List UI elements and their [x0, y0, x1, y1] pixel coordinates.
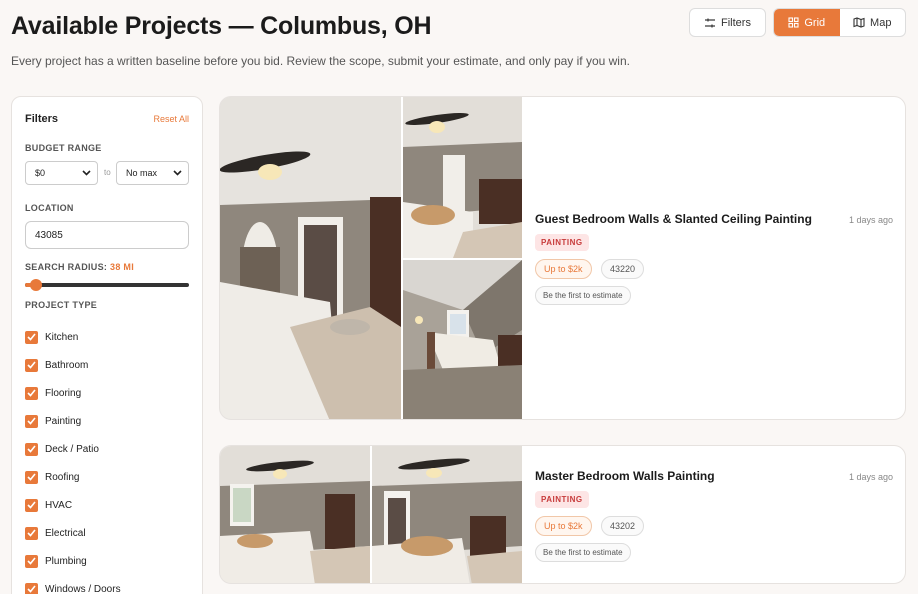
grid-view-label: Grid [804, 16, 826, 29]
type-checkbox-row[interactable]: Electrical [25, 519, 121, 547]
type-checkbox-row[interactable]: Deck / Patio [25, 435, 121, 463]
checkbox-checked-icon[interactable] [25, 414, 38, 428]
type-label: Kitchen [45, 331, 79, 343]
search-radius-value: 38 MI [110, 262, 135, 272]
category-badge: PAINTING [535, 234, 589, 251]
estimate-status-badge: Be the first to estimate [535, 543, 631, 562]
project-type-label: PROJECT TYPE [25, 300, 98, 310]
budget-min-select[interactable]: $0 [25, 161, 98, 185]
type-label: Electrical [45, 527, 86, 539]
type-checkbox-row[interactable]: Windows / Doors [25, 575, 121, 594]
project-posted-time: 1 days ago [848, 215, 893, 225]
type-checkbox-row[interactable]: Flooring [25, 379, 121, 407]
project-type-list: Kitchen Bathroom Flooring Painting Deck … [25, 323, 121, 594]
search-radius-label: SEARCH RADIUS: 38 MI [25, 262, 134, 272]
page-subtitle: Every project has a written baseline bef… [11, 54, 630, 68]
location-label: LOCATION [25, 203, 74, 213]
project-title[interactable]: Master Bedroom Walls Painting [535, 469, 715, 483]
checkbox-checked-icon[interactable] [25, 470, 38, 484]
project-card[interactable]: Guest Bedroom Walls & Slanted Ceiling Pa… [219, 96, 906, 420]
location-input[interactable] [25, 221, 189, 249]
project-photo[interactable] [372, 446, 522, 583]
budget-to-label: to [104, 168, 111, 177]
search-radius-slider[interactable] [25, 279, 189, 291]
category-badge: PAINTING [535, 491, 589, 508]
project-title[interactable]: Guest Bedroom Walls & Slanted Ceiling Pa… [535, 212, 812, 226]
project-photo[interactable] [220, 446, 370, 583]
project-photo[interactable] [403, 260, 522, 419]
sliders-icon [704, 17, 716, 29]
checkbox-checked-icon[interactable] [25, 526, 38, 540]
sidebar-header: Filters Reset All [25, 113, 189, 125]
estimate-status-badge: Be the first to estimate [535, 286, 631, 305]
search-radius-text: SEARCH RADIUS: [25, 262, 108, 272]
budget-badge: Up to $2k [535, 259, 592, 279]
checkbox-checked-icon[interactable] [25, 330, 38, 344]
type-checkbox-row[interactable]: Kitchen [25, 323, 121, 351]
checkbox-checked-icon[interactable] [25, 582, 38, 594]
type-label: Plumbing [45, 555, 87, 567]
type-label: Flooring [45, 387, 82, 399]
filters-button[interactable]: Filters [689, 8, 766, 37]
checkbox-checked-icon[interactable] [25, 554, 38, 568]
budget-min-value: $0 [35, 168, 46, 178]
view-toggle: Grid Map [773, 8, 906, 37]
type-label: Bathroom [45, 359, 89, 371]
checkbox-checked-icon[interactable] [25, 498, 38, 512]
budget-max-value: No max [126, 168, 158, 178]
budget-range-label: BUDGET RANGE [25, 143, 102, 153]
type-label: Windows / Doors [45, 583, 121, 594]
checkbox-checked-icon[interactable] [25, 358, 38, 372]
type-label: Painting [45, 415, 82, 427]
grid-icon [788, 17, 799, 28]
checkbox-checked-icon[interactable] [25, 442, 38, 456]
type-label: Deck / Patio [45, 443, 99, 455]
budget-badge: Up to $2k [535, 516, 592, 536]
map-view-label: Map [870, 16, 892, 29]
type-checkbox-row[interactable]: Roofing [25, 463, 121, 491]
grid-view-button[interactable]: Grid [774, 9, 840, 36]
project-posted-time: 1 days ago [848, 472, 893, 482]
slider-thumb[interactable] [30, 279, 43, 291]
type-checkbox-row[interactable]: Bathroom [25, 351, 121, 379]
project-card[interactable]: Master Bedroom Walls Painting 1 days ago… [219, 445, 906, 584]
chevron-down-icon [173, 170, 182, 176]
zip-badge: 43202 [601, 516, 645, 536]
map-icon [853, 17, 865, 28]
type-checkbox-row[interactable]: Plumbing [25, 547, 121, 575]
project-photo[interactable] [220, 97, 401, 419]
map-view-button[interactable]: Map [840, 9, 906, 36]
chevron-down-icon [82, 170, 91, 176]
filters-button-label: Filters [721, 16, 751, 29]
type-checkbox-row[interactable]: HVAC [25, 491, 121, 519]
sidebar-title: Filters [25, 113, 59, 125]
checkbox-checked-icon[interactable] [25, 386, 38, 400]
type-label: Roofing [45, 471, 80, 483]
reset-all-link[interactable]: Reset All [153, 114, 189, 124]
type-label: HVAC [45, 499, 73, 511]
filters-sidebar: Filters Reset All BUDGET RANGE $0 to No … [11, 96, 203, 594]
slider-track [25, 283, 189, 287]
project-photo[interactable] [403, 97, 522, 258]
page-title: Available Projects — Columbus, OH [11, 12, 432, 40]
type-checkbox-row[interactable]: Painting [25, 407, 121, 435]
budget-max-select[interactable]: No max [116, 161, 189, 185]
zip-badge: 43220 [601, 259, 645, 279]
